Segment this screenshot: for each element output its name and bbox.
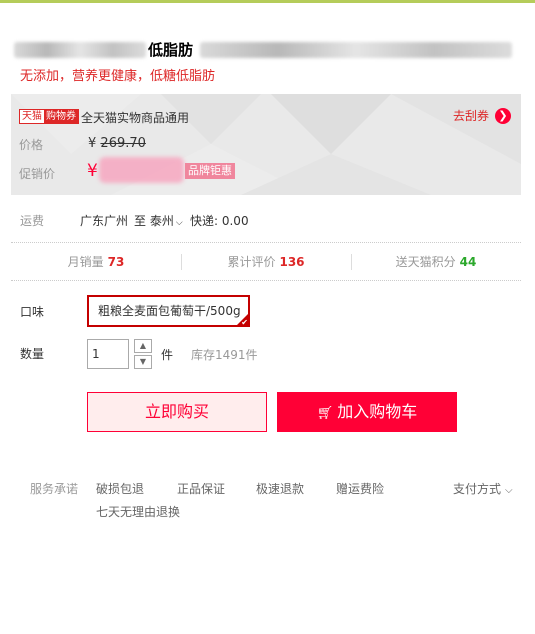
service-item[interactable]: 赠运费险: [336, 480, 384, 497]
service-item[interactable]: 正品保证: [177, 480, 225, 497]
stat-points: 送天猫积分 44: [351, 243, 521, 280]
service-label: 服务承诺: [30, 482, 79, 496]
price-value: 269.70: [100, 136, 146, 151]
service-item[interactable]: 破损包退: [96, 480, 144, 497]
quantity-unit: 件: [161, 348, 174, 362]
stat-value: 73: [107, 254, 125, 269]
promo-price-currency: ¥: [87, 161, 98, 181]
product-title: 低脂肪: [14, 38, 514, 62]
price-currency: ¥: [88, 136, 97, 151]
quantity-label: 数量: [20, 347, 45, 361]
payment-methods-dropdown[interactable]: 支付方式 ⌵: [453, 480, 513, 497]
buy-now-button[interactable]: 立即购买: [87, 392, 267, 432]
blurred-promo-price: [99, 157, 184, 183]
product-subtitle: 无添加，营养更健康，低糖低脂肪: [20, 69, 216, 84]
stat-monthly-sales: 月销量 73: [11, 243, 181, 280]
shipping-destination-select[interactable]: 至 泰州 ⌵: [134, 212, 183, 229]
flavor-option-selected[interactable]: 粗粮全麦面包葡萄干/500g ✔: [87, 295, 250, 327]
sales-stats: 月销量 73 累计评价 136 送天猫积分 44: [11, 242, 521, 281]
flavor-option-text: 粗粮全麦面包葡萄干/500g: [98, 304, 241, 318]
quantity-input[interactable]: [87, 339, 129, 369]
get-coupon-link[interactable]: 去刮券 ❯: [453, 107, 511, 124]
stat-label: 月销量: [67, 255, 104, 269]
payment-methods-label: 支付方式: [453, 482, 502, 496]
stat-value: 44: [459, 254, 477, 269]
blurred-title-right: [200, 42, 512, 58]
brand-deal-tag: 品牌钜惠: [185, 163, 235, 179]
chevron-down-icon: ⌵: [505, 485, 513, 496]
stat-value: 136: [279, 254, 305, 269]
stock-count: 库存1491件: [191, 348, 258, 362]
price-panel: 天猫 购物券 全天猫实物商品通用 去刮券 ❯ 价格 ¥ 269.70 促销价 ¥…: [11, 94, 521, 195]
shipping-fee: 快递: 0.00: [190, 214, 249, 228]
promo-price-label: 促销价: [19, 167, 56, 181]
chevron-down-icon: ⌵: [175, 218, 183, 228]
product-title-text: 低脂肪: [148, 41, 194, 59]
stat-label: 送天猫积分: [395, 255, 456, 269]
add-to-cart-label: 加入购物车: [337, 402, 418, 421]
tmall-badge-left: 天猫: [20, 110, 44, 123]
service-item[interactable]: 极速退款: [256, 480, 304, 497]
stat-reviews[interactable]: 累计评价 136: [181, 243, 351, 280]
top-accent-line: [0, 0, 535, 3]
shipping-label: 运费: [20, 214, 45, 228]
service-item[interactable]: 七天无理由退换: [96, 503, 180, 520]
blurred-title-left: [14, 42, 146, 58]
shipping-from: 广东广州: [80, 214, 129, 228]
chevron-right-icon: ❯: [495, 107, 511, 124]
cart-icon: 🛒︎: [316, 406, 334, 421]
quantity-increase-button[interactable]: ▲: [134, 339, 152, 353]
flavor-label: 口味: [20, 305, 45, 319]
get-coupon-label: 去刮券: [452, 109, 489, 123]
coupon-description: 全天猫实物商品通用: [81, 111, 190, 125]
stat-label: 累计评价: [227, 255, 276, 269]
tmall-coupon-badge: 天猫 购物券: [19, 109, 79, 124]
price-label: 价格: [19, 138, 44, 152]
original-price: ¥ 269.70: [88, 136, 146, 151]
tmall-badge-right: 购物券: [44, 110, 78, 123]
check-icon: ✔: [241, 318, 248, 327]
quantity-decrease-button[interactable]: ▼: [134, 355, 152, 369]
add-to-cart-button[interactable]: 🛒︎ 加入购物车: [277, 392, 457, 432]
shipping-destination: 至 泰州: [134, 214, 174, 228]
